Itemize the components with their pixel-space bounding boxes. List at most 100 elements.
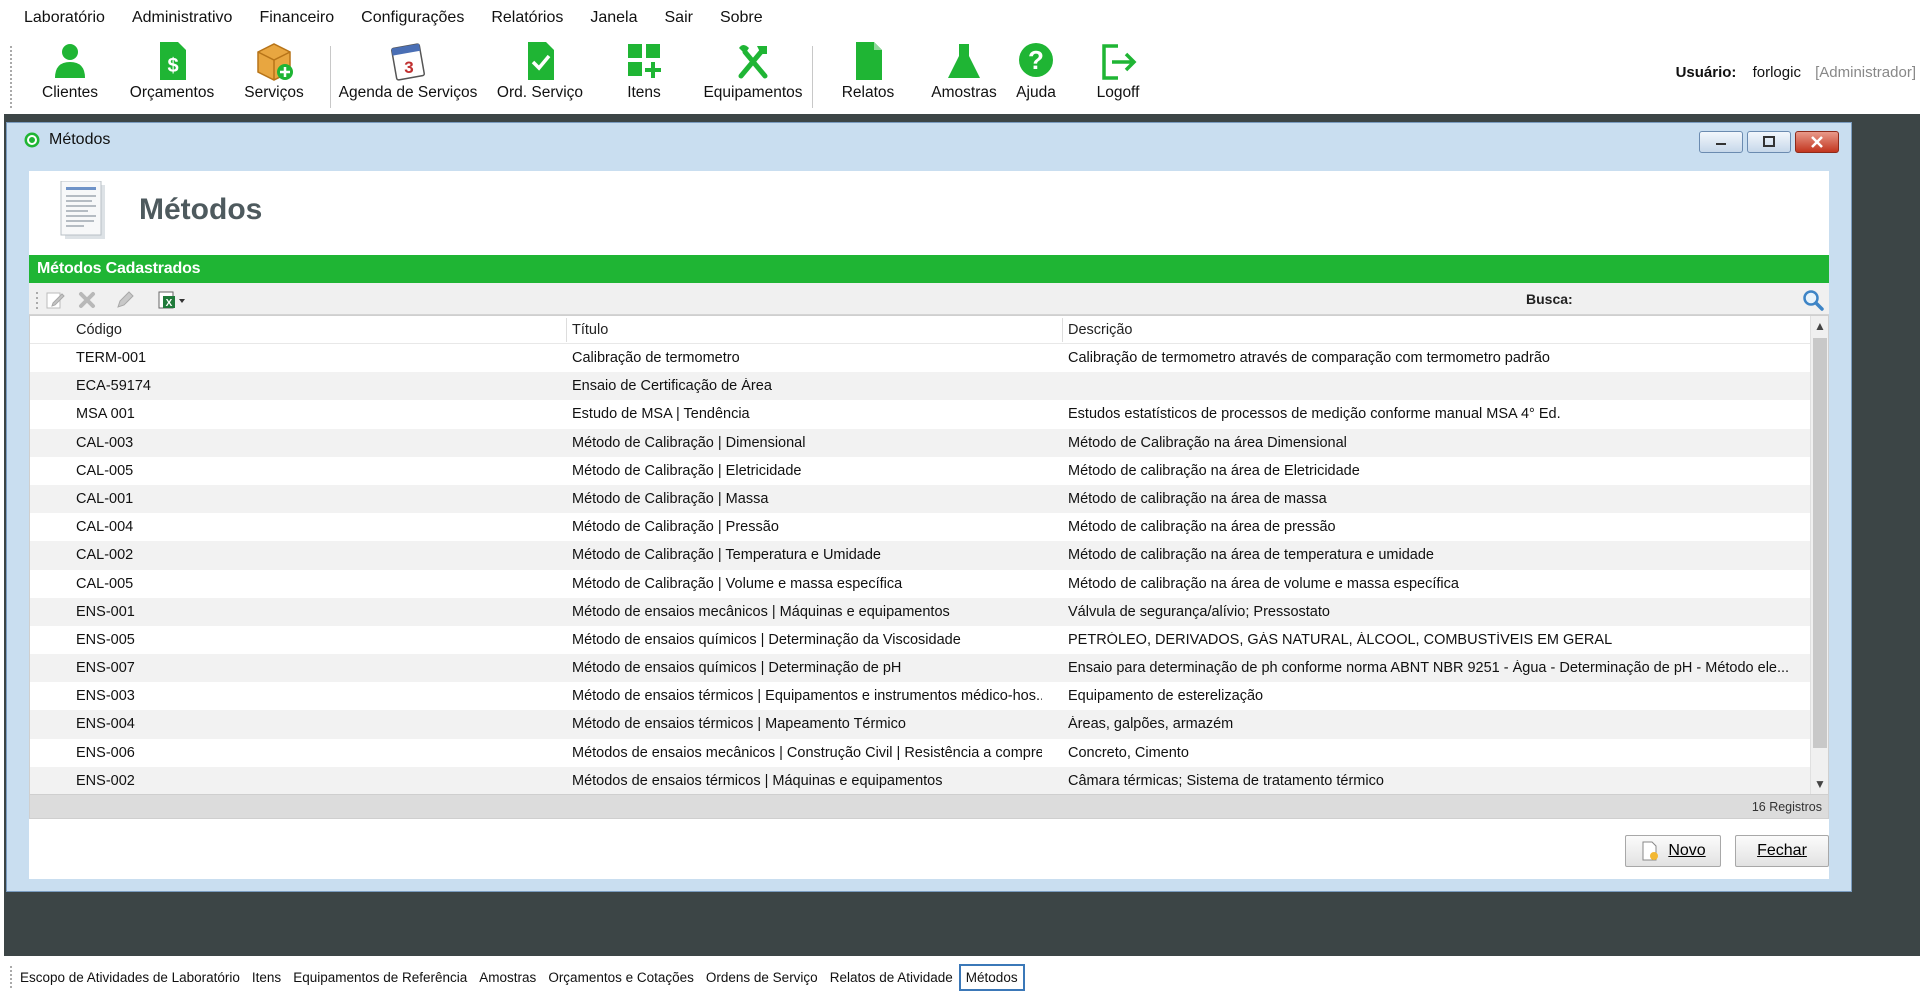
table-row[interactable]: CAL-001 Método de Calibração | Massa Métod… xyxy=(30,484,1812,514)
service-box-icon xyxy=(257,43,293,81)
grid-toolbar-grip[interactable] xyxy=(35,290,39,310)
user-label: Usuário: xyxy=(1675,64,1737,81)
grid-toolbar: X Busca: xyxy=(29,283,1829,315)
maximize-button[interactable] xyxy=(1747,131,1791,153)
table-row[interactable]: TERM-001 Calibração de termometro Calibraç… xyxy=(30,344,1812,372)
table-row[interactable]: ECA-59174 Ensaio de Certificação de Área xyxy=(30,372,1812,401)
edit-icon[interactable] xyxy=(45,290,65,310)
window-titlebar[interactable]: Métodos xyxy=(7,123,1851,157)
table-row[interactable]: CAL-003 Método de Calibração | Dimensiona… xyxy=(30,428,1812,457)
table-row[interactable]: ENS-007 Método de ensaios químicos | Dete… xyxy=(30,654,1812,683)
export-excel-icon[interactable]: X xyxy=(157,290,187,310)
table-row[interactable]: CAL-005 Método de Calibração | Volume e m… xyxy=(30,570,1812,598)
cell-descricao: Método de calibração na área de pressão xyxy=(1068,519,1336,536)
toolbar-grip[interactable] xyxy=(10,46,12,108)
itens-button[interactable]: Itens xyxy=(610,40,678,108)
table-row[interactable]: ENS-004 Método de ensaios térmicos | Mape… xyxy=(30,710,1812,739)
cell-descricao: Câmara térmicas; Sistema de tratamento t… xyxy=(1068,772,1384,789)
tools-icon xyxy=(738,45,768,79)
cell-codigo: CAL-003 xyxy=(76,434,134,451)
cell-codigo: CAL-001 xyxy=(76,490,134,507)
window-controls xyxy=(1699,131,1839,153)
menu-financeiro[interactable]: Financeiro xyxy=(259,9,334,27)
table-row[interactable]: ENS-002 Métodos de ensaios térmicos | Máq… xyxy=(30,766,1812,794)
table-row[interactable]: CAL-005 Método de Calibração | Eletricida… xyxy=(30,457,1812,485)
window-content: Métodos Métodos Cadastrados X Busca: Cód… xyxy=(29,171,1829,879)
cell-descricao: Concreto, Cimento xyxy=(1068,744,1189,761)
cell-descricao: Ensaio para determinação de ph conforme … xyxy=(1068,660,1790,677)
cell-codigo: ENS-005 xyxy=(76,631,135,648)
delete-icon[interactable] xyxy=(77,290,97,310)
menu-administrativo[interactable]: Administrativo xyxy=(132,9,232,27)
table-row[interactable]: CAL-004 Método de Calibração | Pressão Mét… xyxy=(30,513,1812,541)
table-row[interactable]: ENS-003 Método de ensaios térmicos | Equi… xyxy=(30,682,1812,710)
cell-titulo: Método de Calibração | Eletricidade xyxy=(572,462,802,479)
cell-codigo: ENS-003 xyxy=(76,688,135,705)
pencil-icon[interactable] xyxy=(115,290,135,310)
agenda-servicos-label: Agenda de Serviços xyxy=(338,84,478,101)
scroll-up-icon[interactable]: ▲ xyxy=(1813,318,1827,334)
servicos-button[interactable]: Serviços xyxy=(238,40,310,108)
user-icon xyxy=(55,44,85,78)
tab-metodos[interactable]: Métodos xyxy=(958,964,1025,991)
tab-orcamentos-cotacoes[interactable]: Orçamentos e Cotações xyxy=(542,965,700,990)
new-document-icon xyxy=(1642,841,1659,861)
column-header-descricao[interactable]: Descrição xyxy=(1068,322,1132,338)
tab-amostras[interactable]: Amostras xyxy=(473,965,542,990)
tab-itens[interactable]: Itens xyxy=(246,965,287,990)
cell-titulo: Método de Calibração | Massa xyxy=(572,490,769,507)
calendar-icon: 3 xyxy=(391,43,425,81)
table-row[interactable]: MSA 001 Estudo de MSA | Tendência Estudos … xyxy=(30,400,1812,428)
relatos-label: Relatos xyxy=(841,84,895,101)
menu-sair[interactable]: Sair xyxy=(665,9,693,27)
table-row[interactable]: ENS-006 Métodos de ensaios mecânicos | Co… xyxy=(30,739,1812,767)
tab-equipamentos-referencia[interactable]: Equipamentos de Referência xyxy=(287,965,473,990)
cell-titulo: Calibração de termometro xyxy=(572,350,740,366)
table-row[interactable]: ENS-001 Método de ensaios mecânicos | Máq… xyxy=(30,597,1812,626)
fechar-button[interactable]: Fechar xyxy=(1735,835,1829,867)
ajuda-button[interactable]: ? Ajuda xyxy=(1008,40,1064,108)
amostras-button[interactable]: Amostras xyxy=(922,40,1006,108)
menu-relatorios[interactable]: Relatórios xyxy=(491,9,563,27)
orcamentos-button[interactable]: $ Orçamentos xyxy=(126,40,218,108)
budget-document-icon: $ xyxy=(160,42,186,80)
equipamentos-button[interactable]: Equipamentos xyxy=(698,40,808,108)
menu-configuracoes[interactable]: Configurações xyxy=(361,9,464,27)
flask-icon xyxy=(948,44,980,78)
cell-codigo: ENS-001 xyxy=(76,603,135,620)
scroll-down-icon[interactable]: ▼ xyxy=(1813,776,1827,792)
cell-descricao: PETRÓLEO, DERIVADOS, GÁS NATURAL, ÁLCOOL… xyxy=(1068,631,1613,648)
relatos-button[interactable]: Relatos xyxy=(832,40,904,108)
tab-ordens-servico[interactable]: Ordens de Serviço xyxy=(700,965,824,990)
table-row[interactable]: CAL-002 Método de Calibração | Temperatur… xyxy=(30,541,1812,570)
search-icon[interactable] xyxy=(1801,288,1825,312)
menu-laboratorio[interactable]: Laboratório xyxy=(24,9,105,27)
cell-descricao: Método de calibração na área de Eletrici… xyxy=(1068,462,1360,479)
vertical-scrollbar[interactable]: ▲ ▼ xyxy=(1810,316,1828,794)
toolbar-separator xyxy=(812,46,813,108)
logoff-button[interactable]: Logoff xyxy=(1086,40,1150,108)
column-divider[interactable] xyxy=(1062,318,1063,342)
search-input[interactable] xyxy=(1585,287,1795,311)
ord-servico-button[interactable]: Ord. Serviço xyxy=(494,40,586,108)
column-divider[interactable] xyxy=(566,318,567,342)
scroll-thumb[interactable] xyxy=(1813,338,1827,748)
cell-codigo: CAL-002 xyxy=(76,547,134,564)
clientes-label: Clientes xyxy=(42,84,98,101)
menu-janela[interactable]: Janela xyxy=(590,9,637,27)
column-header-titulo[interactable]: Título xyxy=(572,322,608,338)
minimize-button[interactable] xyxy=(1699,131,1743,153)
servicos-label: Serviços xyxy=(244,84,304,101)
table-row[interactable]: ENS-005 Método de ensaios químicos | Dete… xyxy=(30,626,1812,654)
tabbar-grip[interactable] xyxy=(10,966,12,988)
agenda-servicos-button[interactable]: 3 Agenda de Serviços xyxy=(336,40,480,108)
tab-relatos-atividade[interactable]: Relatos de Atividade xyxy=(824,965,959,990)
clientes-button[interactable]: Clientes xyxy=(34,40,106,108)
column-header-codigo[interactable]: Código xyxy=(76,322,122,338)
methods-table: Código Título Descrição TERM-001 Calibraç… xyxy=(29,315,1829,795)
close-window-button[interactable] xyxy=(1795,131,1839,153)
ajuda-label: Ajuda xyxy=(1016,84,1056,101)
novo-button[interactable]: Novo xyxy=(1625,835,1721,867)
tab-escopo-atividades[interactable]: Escopo de Atividades de Laboratório xyxy=(14,965,246,990)
menu-sobre[interactable]: Sobre xyxy=(720,9,763,27)
